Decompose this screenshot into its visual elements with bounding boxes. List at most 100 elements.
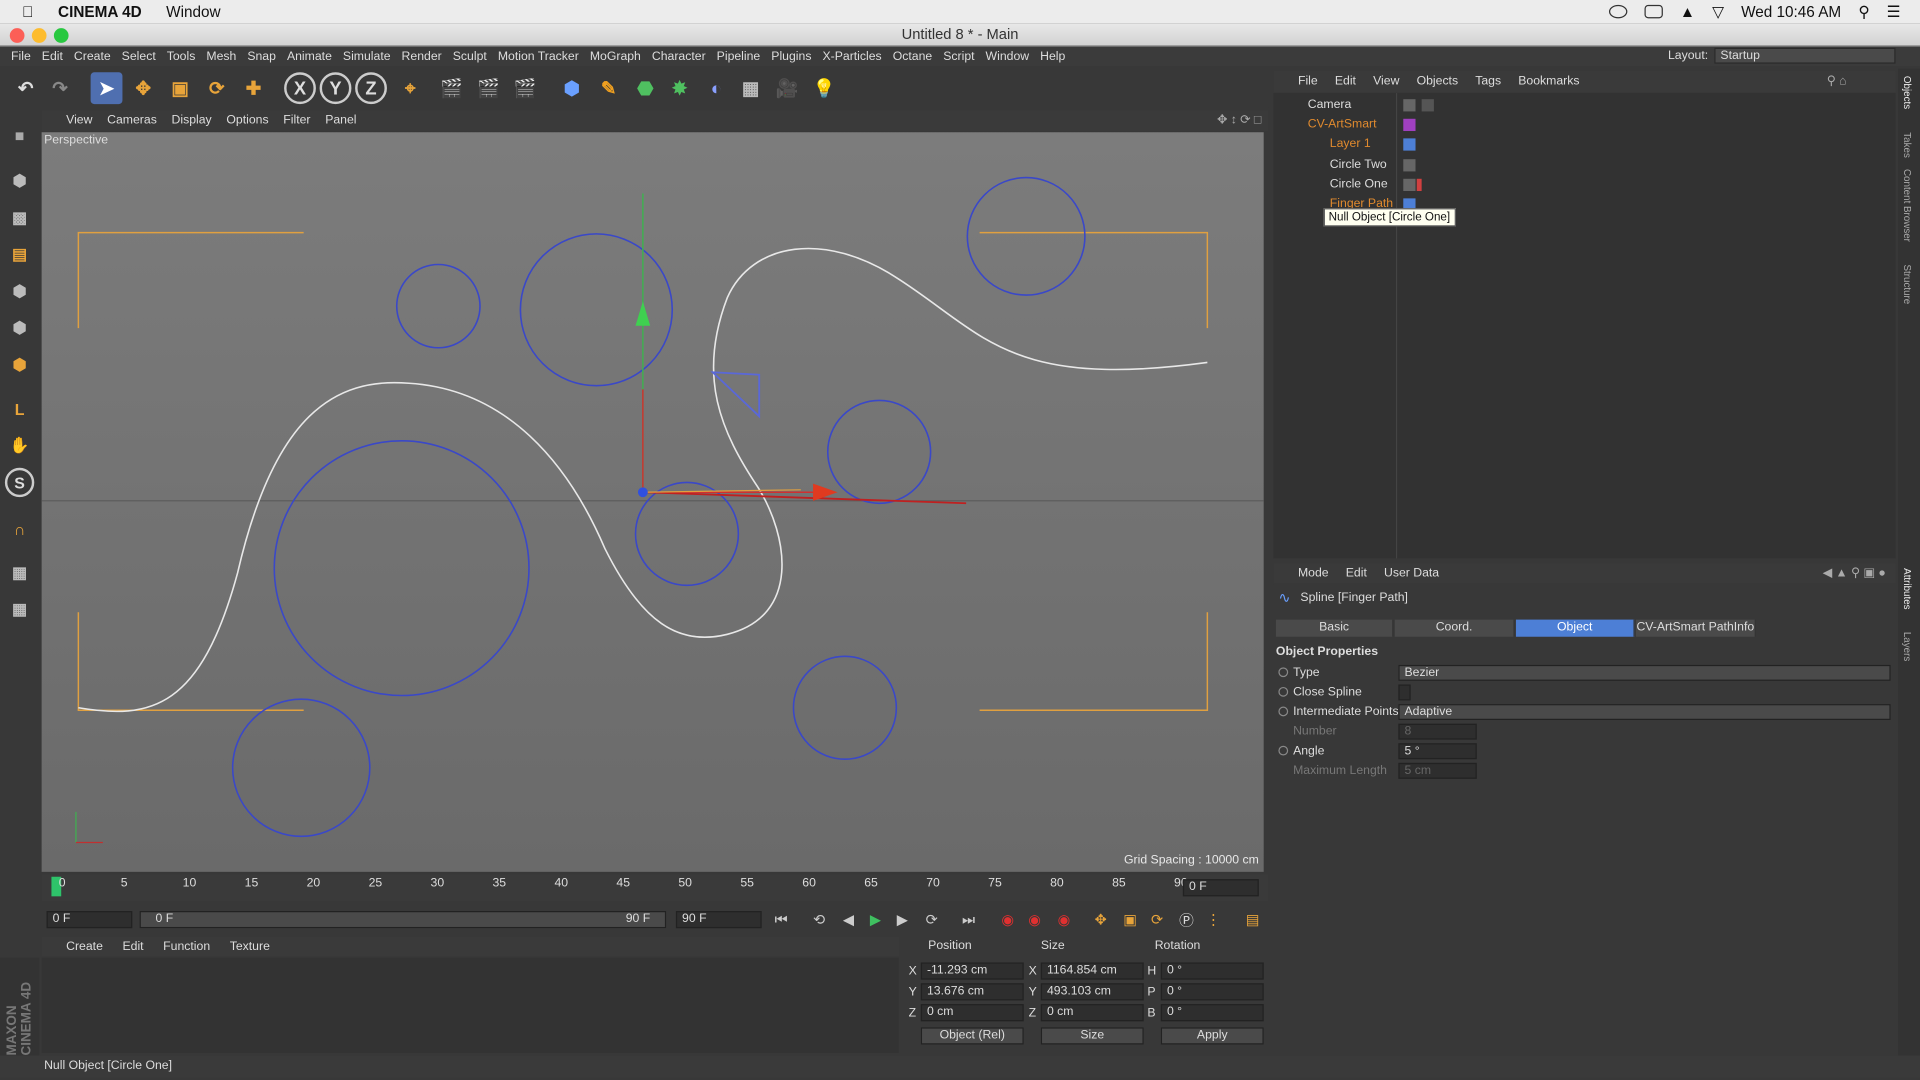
previous-frame-icon[interactable]: ◀ <box>838 909 860 931</box>
number-field[interactable]: 8 <box>1398 723 1477 740</box>
undo-icon[interactable]: ↶ <box>10 72 42 104</box>
camera-icon[interactable]: 🎥 <box>771 72 803 104</box>
coordinate-system-icon[interactable]: ⌖ <box>394 72 426 104</box>
material-menu-edit[interactable]: Edit <box>122 940 143 953</box>
object-row-layer-1[interactable]: Layer 1 <box>1273 135 1895 155</box>
live-selection-icon[interactable]: ➤ <box>90 72 123 105</box>
app-menu[interactable]: CINEMA 4D <box>58 3 142 20</box>
viewport-menu-panel[interactable]: Panel <box>325 114 356 127</box>
axis-mode-icon[interactable]: L <box>5 394 34 423</box>
play-icon[interactable]: ▶ <box>864 909 886 931</box>
attr-nav-icons[interactable]: ◀ ▲ ⚲ ▣ ● <box>1823 566 1886 579</box>
current-frame-field[interactable]: 0 F <box>1182 879 1259 897</box>
next-frame-icon[interactable]: ▶ <box>891 909 913 931</box>
animate-radio[interactable] <box>1278 686 1289 697</box>
menu-create[interactable]: Create <box>74 50 111 63</box>
recent-tool-icon[interactable]: ✚ <box>238 72 270 104</box>
side-tab-attributes[interactable]: Attributes <box>1902 568 1913 609</box>
model-mode-icon[interactable]: ⬢ <box>5 167 34 196</box>
menu-simulate[interactable]: Simulate <box>343 50 391 63</box>
menu-octane[interactable]: Octane <box>893 50 932 63</box>
layer-color-icon[interactable] <box>1403 118 1416 132</box>
eject-icon[interactable]: ▲ <box>1680 3 1695 20</box>
attr-menu-mode[interactable]: Mode <box>1298 566 1329 579</box>
pla-key-icon[interactable]: ⋮ <box>1202 909 1224 931</box>
intermediate-points-dropdown[interactable]: Adaptive <box>1398 704 1891 721</box>
obj-menu-edit[interactable]: Edit <box>1335 75 1356 88</box>
menu-window[interactable]: Window <box>986 50 1030 63</box>
creative-cloud-icon[interactable] <box>1608 4 1628 19</box>
attr-menu-edit[interactable]: Edit <box>1346 566 1367 579</box>
airplay-icon[interactable] <box>1644 4 1663 19</box>
type-dropdown[interactable]: Bezier <box>1398 664 1891 681</box>
autokey-icon[interactable]: ◉ <box>1024 909 1046 931</box>
y-axis-lock-button[interactable]: Y <box>319 72 352 105</box>
menu-pipeline[interactable]: Pipeline <box>717 50 761 63</box>
wifi-icon[interactable]: ▽ <box>1712 2 1724 21</box>
rot-b-field[interactable]: 0 ° <box>1160 1004 1264 1022</box>
cloner-icon[interactable]: ✸ <box>664 72 696 104</box>
visibility-icon[interactable] <box>1403 159 1416 172</box>
minimize-window-button[interactable] <box>31 28 47 43</box>
floor-icon[interactable]: ▦ <box>735 72 767 104</box>
notifications-icon[interactable]: ☰ <box>1887 2 1901 21</box>
render-view-icon[interactable]: 🎬 <box>436 72 468 104</box>
pen-icon[interactable]: ✎ <box>593 72 625 104</box>
pos-z-field[interactable]: 0 cm <box>920 1004 1024 1022</box>
size-mode-dropdown[interactable]: Size <box>1040 1027 1144 1045</box>
size-x-field[interactable]: 1164.854 cm <box>1040 962 1144 980</box>
snap-icon[interactable]: S <box>4 467 35 498</box>
menu-tools[interactable]: Tools <box>167 50 196 63</box>
animate-radio[interactable] <box>1278 745 1289 756</box>
menu-mograph[interactable]: MoGraph <box>590 50 641 63</box>
obj-menu-view[interactable]: View <box>1373 75 1399 88</box>
animate-radio[interactable] <box>1278 667 1289 678</box>
render-picture-viewer-icon[interactable]: 🎬 <box>473 72 505 104</box>
tag-icon[interactable] <box>1421 99 1434 112</box>
perspective-viewport[interactable]: Perspective Grid Spacing: 10000 cm <box>41 132 1264 872</box>
object-row-cv-artsmart[interactable]: CV-ArtSmart <box>1273 115 1895 135</box>
preview-range-slider[interactable]: 0 F 90 F <box>139 911 667 929</box>
tab-coord[interactable]: Coord. <box>1394 619 1515 637</box>
timeline-ruler[interactable]: 0 5 10 15 20 25 30 35 40 45 50 55 60 65 70 75 80 85 90 0 F <box>41 874 1269 902</box>
menu-sculpt[interactable]: Sculpt <box>453 50 487 63</box>
cube-icon[interactable]: ⬢ <box>556 72 588 104</box>
menu-select[interactable]: Select <box>122 50 156 63</box>
layout-dropdown[interactable]: Startup <box>1714 47 1896 64</box>
material-manager[interactable] <box>41 957 899 1054</box>
rotate-icon[interactable]: ⟳ <box>201 72 233 104</box>
points-mode-icon[interactable]: ⬢ <box>5 277 34 306</box>
material-menu-texture[interactable]: Texture <box>230 940 270 953</box>
size-z-field[interactable]: 0 cm <box>1040 1004 1144 1022</box>
object-row-circle-two[interactable]: Circle Two <box>1273 156 1895 176</box>
menu-plugins[interactable]: Plugins <box>771 50 811 63</box>
zoom-window-button[interactable] <box>53 28 69 43</box>
animate-radio[interactable] <box>1278 706 1289 717</box>
apply-button[interactable]: Apply <box>1160 1027 1264 1045</box>
go-to-start-icon[interactable]: ⏮ <box>770 909 792 931</box>
menu-file[interactable]: File <box>11 50 31 63</box>
menu-x-particles[interactable]: X-Particles <box>822 50 881 63</box>
side-tab-takes[interactable]: Takes <box>1902 132 1913 158</box>
material-menu-function[interactable]: Function <box>163 940 210 953</box>
side-tab-objects[interactable]: Objects <box>1902 76 1913 109</box>
viewport-menu-filter[interactable]: Filter <box>283 114 310 127</box>
magnet-icon[interactable]: ∩ <box>5 514 34 543</box>
menu-animate[interactable]: Animate <box>287 50 332 63</box>
menu-edit[interactable]: Edit <box>42 50 63 63</box>
side-tab-structure[interactable]: Structure <box>1902 264 1913 304</box>
visibility-icon[interactable] <box>1403 178 1416 192</box>
menu-render[interactable]: Render <box>402 50 442 63</box>
rot-h-field[interactable]: 0 ° <box>1160 962 1264 980</box>
obj-menu-bookmarks[interactable]: Bookmarks <box>1518 75 1579 88</box>
viewport-canvas[interactable] <box>41 132 1264 872</box>
tab-object[interactable]: Object <box>1515 619 1635 637</box>
menu-mesh[interactable]: Mesh <box>206 50 236 63</box>
menu-snap[interactable]: Snap <box>247 50 276 63</box>
tab-cv-artsmart-pathinfo[interactable]: CV-ArtSmart PathInfo <box>1635 619 1756 637</box>
texture-mode-icon[interactable]: ▩ <box>5 203 34 232</box>
x-axis-lock-button[interactable]: X <box>284 72 316 105</box>
scale-icon[interactable]: ▣ <box>164 72 196 104</box>
redo-icon[interactable]: ↷ <box>44 72 76 104</box>
maximum-length-field[interactable]: 5 cm <box>1398 762 1477 779</box>
